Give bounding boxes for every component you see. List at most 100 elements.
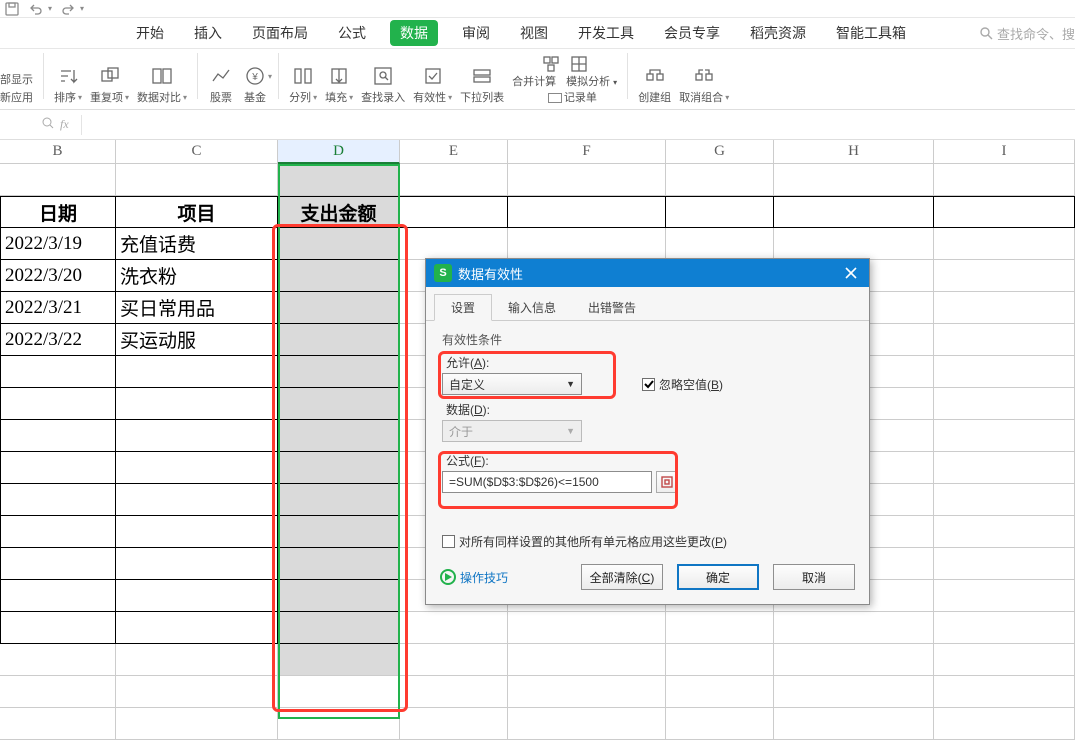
cell[interactable] xyxy=(934,324,1075,356)
cell-item[interactable]: 充值话费 xyxy=(116,228,278,260)
cell[interactable] xyxy=(278,548,400,580)
allow-select[interactable]: 自定义 ▼ xyxy=(442,373,582,395)
save-icon[interactable] xyxy=(4,1,20,17)
cell-item[interactable]: 买运动服 xyxy=(116,324,278,356)
cell[interactable] xyxy=(400,708,508,740)
formula-input[interactable]: =SUM($D$3:$D$26)<=1500 xyxy=(442,471,652,493)
cell[interactable] xyxy=(278,484,400,516)
cell[interactable] xyxy=(508,164,666,196)
cell[interactable] xyxy=(0,164,116,196)
ribbon-dropdown[interactable]: 下拉列表 xyxy=(460,63,504,107)
tab-formula[interactable]: 公式 xyxy=(332,19,372,47)
cell[interactable] xyxy=(400,164,508,196)
ribbon-fill[interactable]: 填充▾ xyxy=(325,63,353,107)
cell[interactable] xyxy=(666,708,774,740)
cell[interactable] xyxy=(116,452,278,484)
cell[interactable] xyxy=(934,164,1075,196)
cell[interactable] xyxy=(278,388,400,420)
cell[interactable] xyxy=(934,228,1075,260)
range-picker-button[interactable] xyxy=(656,471,678,493)
col-header-c[interactable]: C xyxy=(116,140,278,164)
cell[interactable] xyxy=(666,644,774,676)
ribbon-ungroup[interactable]: 取消组合▾ xyxy=(679,63,729,107)
cell[interactable] xyxy=(278,676,400,708)
cell-amount[interactable] xyxy=(278,324,400,356)
cell[interactable] xyxy=(116,516,278,548)
tab-layout[interactable]: 页面布局 xyxy=(246,19,314,47)
cell[interactable] xyxy=(278,612,400,644)
cell[interactable] xyxy=(0,388,116,420)
cell[interactable] xyxy=(0,420,116,452)
cell[interactable] xyxy=(400,196,508,228)
dialog-tab-error[interactable]: 出错警告 xyxy=(572,295,652,320)
cell[interactable] xyxy=(400,612,508,644)
close-button[interactable] xyxy=(841,263,861,283)
tab-start[interactable]: 开始 xyxy=(130,19,170,47)
cell[interactable] xyxy=(934,516,1075,548)
cell[interactable] xyxy=(0,612,116,644)
cell[interactable] xyxy=(934,292,1075,324)
cell[interactable] xyxy=(278,516,400,548)
col-header-i[interactable]: I xyxy=(934,140,1075,164)
ribbon-findrec[interactable]: 查找录入 xyxy=(361,63,405,107)
name-box-search-icon[interactable] xyxy=(42,117,54,132)
ignore-blank-checkbox[interactable]: 忽略空值(B) xyxy=(642,376,723,393)
ribbon-sort[interactable]: 排序▾ xyxy=(54,63,82,107)
cell[interactable] xyxy=(278,356,400,388)
cell[interactable] xyxy=(934,708,1075,740)
cell[interactable] xyxy=(0,356,116,388)
cell[interactable] xyxy=(934,196,1075,228)
undo-icon[interactable] xyxy=(28,1,44,17)
redo-dropdown-icon[interactable]: ▾ xyxy=(80,4,84,13)
cell-date[interactable]: 2022/3/21 xyxy=(0,292,116,324)
clear-all-button[interactable]: 全部清除(C) xyxy=(581,564,663,590)
ok-button[interactable]: 确定 xyxy=(677,564,759,590)
undo-dropdown-icon[interactable]: ▾ xyxy=(48,4,52,13)
cell[interactable] xyxy=(774,644,934,676)
dialog-tab-input[interactable]: 输入信息 xyxy=(492,295,572,320)
cell-date[interactable]: 2022/3/22 xyxy=(0,324,116,356)
tips-link[interactable]: 操作技巧 xyxy=(440,569,508,586)
cell[interactable] xyxy=(508,676,666,708)
cell[interactable] xyxy=(934,644,1075,676)
cell[interactable] xyxy=(116,676,278,708)
tab-dev[interactable]: 开发工具 xyxy=(572,19,640,47)
cell[interactable] xyxy=(934,580,1075,612)
ribbon-stock[interactable]: 股票 xyxy=(208,63,234,107)
tab-smart[interactable]: 智能工具箱 xyxy=(830,19,912,47)
cell[interactable] xyxy=(278,164,400,196)
cell[interactable] xyxy=(278,644,400,676)
header-date[interactable]: 日期 xyxy=(0,196,116,228)
cell[interactable] xyxy=(508,612,666,644)
dialog-titlebar[interactable]: S 数据有效性 xyxy=(426,259,869,287)
fx-label[interactable]: fx xyxy=(60,117,69,132)
cell[interactable] xyxy=(400,228,508,260)
record-label[interactable]: 记录单 xyxy=(548,89,597,107)
cell[interactable] xyxy=(400,676,508,708)
cell[interactable] xyxy=(934,420,1075,452)
cell[interactable] xyxy=(774,228,934,260)
cell[interactable] xyxy=(0,708,116,740)
col-header-h[interactable]: H xyxy=(774,140,934,164)
cell-date[interactable]: 2022/3/19 xyxy=(0,228,116,260)
ribbon-showall-bottom[interactable]: 新应用 xyxy=(0,89,33,107)
cell[interactable] xyxy=(116,484,278,516)
ribbon-simulate[interactable] xyxy=(570,55,588,73)
cell[interactable] xyxy=(278,452,400,484)
tab-review[interactable]: 审阅 xyxy=(456,19,496,47)
tab-data[interactable]: 数据 xyxy=(390,20,438,46)
cell[interactable] xyxy=(508,196,666,228)
ribbon-creategroup[interactable]: 创建组 xyxy=(638,63,671,107)
cell[interactable] xyxy=(666,164,774,196)
cell[interactable] xyxy=(116,164,278,196)
cell[interactable] xyxy=(934,548,1075,580)
cell[interactable] xyxy=(116,356,278,388)
cell[interactable] xyxy=(0,452,116,484)
cell[interactable] xyxy=(0,484,116,516)
cell-amount[interactable] xyxy=(278,228,400,260)
cell[interactable] xyxy=(666,676,774,708)
col-header-f[interactable]: F xyxy=(508,140,666,164)
cell[interactable] xyxy=(774,164,934,196)
col-header-g[interactable]: G xyxy=(666,140,774,164)
cell[interactable] xyxy=(278,580,400,612)
